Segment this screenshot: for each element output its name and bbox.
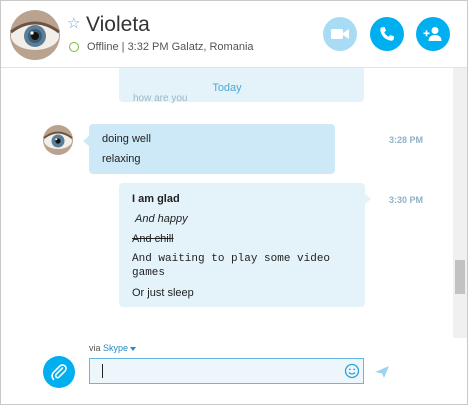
- message-timestamp: 3:28 PM: [389, 135, 424, 145]
- audio-call-button[interactable]: [370, 17, 404, 51]
- message-line: relaxing: [102, 153, 141, 165]
- paperclip-icon: [51, 364, 67, 381]
- contact-name[interactable]: Violeta: [86, 13, 150, 37]
- scrollbar-thumb[interactable]: [455, 260, 465, 294]
- conversation-header: ☆ Violeta Offline | 3:32 PM Galatz, Roma…: [1, 1, 467, 68]
- sender-avatar[interactable]: [43, 125, 73, 155]
- chat-history[interactable]: how are you Today doing well relaxing 3:…: [1, 68, 453, 338]
- chat-scrollbar[interactable]: [453, 68, 467, 338]
- message-line-strikethrough: And chill: [132, 233, 174, 245]
- attach-file-button[interactable]: [43, 356, 75, 388]
- outgoing-message-bubble[interactable]: I am glad And happy And chill And waitin…: [119, 183, 371, 307]
- message-line-bold: I am glad: [132, 193, 180, 205]
- video-call-button[interactable]: [323, 17, 357, 51]
- message-input-box[interactable]: [89, 358, 364, 384]
- text-cursor: [102, 364, 103, 378]
- favorite-star-icon[interactable]: ☆: [67, 15, 80, 33]
- message-line-monospace: games: [132, 267, 166, 279]
- via-service-name[interactable]: Skype: [103, 343, 128, 353]
- conversation-window: ☆ Violeta Offline | 3:32 PM Galatz, Roma…: [0, 0, 468, 405]
- add-person-icon: [423, 27, 442, 41]
- presence-offline-icon: [69, 42, 79, 52]
- message-line-italic: And happy: [135, 213, 188, 225]
- contact-avatar[interactable]: [10, 10, 60, 60]
- chevron-down-icon[interactable]: [130, 346, 137, 351]
- message-line: Or just sleep: [132, 287, 194, 299]
- via-label: via: [89, 343, 101, 353]
- contact-status: Offline | 3:32 PM Galatz, Romania: [87, 41, 254, 53]
- emoticon-icon[interactable]: [344, 363, 360, 379]
- add-participant-button[interactable]: [416, 17, 450, 51]
- message-line-monospace: And waiting to play some video: [132, 253, 331, 265]
- video-camera-icon: [331, 29, 349, 39]
- message-input[interactable]: [98, 363, 328, 379]
- via-service-selector[interactable]: via Skype: [89, 342, 137, 354]
- day-separator: Today: [212, 82, 242, 94]
- send-icon[interactable]: [375, 366, 389, 378]
- message-line: doing well: [102, 133, 151, 145]
- message-timestamp: 3:30 PM: [389, 195, 424, 205]
- phone-icon: [380, 27, 394, 41]
- incoming-message-bubble[interactable]: doing well relaxing: [83, 124, 335, 174]
